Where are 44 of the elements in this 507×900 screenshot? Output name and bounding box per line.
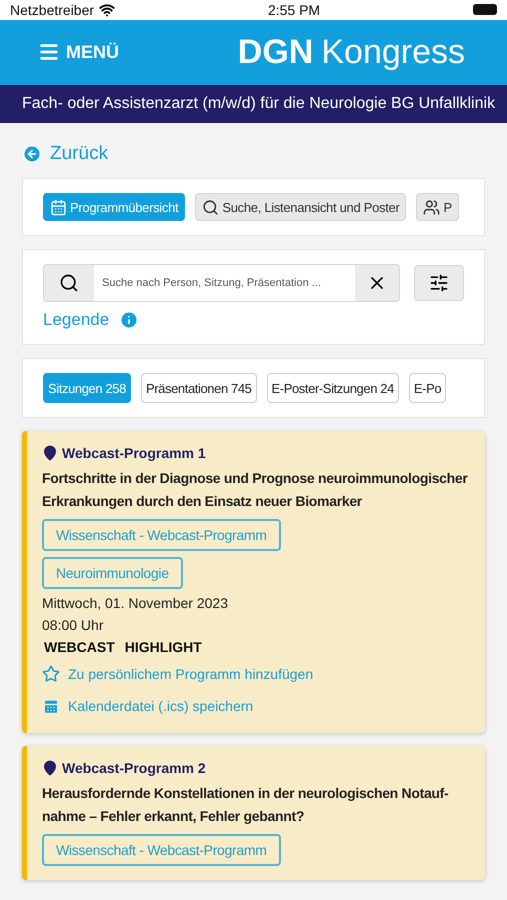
session-action-link[interactable]: Kalenderdatei (.ics) speichern bbox=[42, 693, 471, 719]
session-time: 08:00 Uhr bbox=[42, 617, 104, 633]
session-card[interactable]: Webcast-Programm 2 Herausfordernde Konstellationen in der neurologischen Notauf-nahme – Fehler erkannt, Fehler gebannt? Wissenschaft - Webcast-Programm bbox=[22, 746, 485, 880]
wifi-icon bbox=[99, 2, 116, 18]
search-icon bbox=[59, 273, 79, 293]
filter-button[interactable] bbox=[414, 265, 464, 301]
legend-link[interactable]: Legende bbox=[43, 310, 464, 330]
battery-icon bbox=[473, 4, 497, 16]
topic-tag[interactable]: Wissenschaft - Webcast-Programm bbox=[42, 834, 281, 866]
info-icon bbox=[119, 310, 140, 330]
category-tab[interactable]: E-Po bbox=[408, 373, 446, 403]
session-title: Herausfordernde Konstellationen in der neurologischen Notauf-nahme – Fehler erkannt, Fehler gebannt? bbox=[42, 784, 450, 826]
map-pin-icon bbox=[42, 445, 58, 461]
topic-tag[interactable]: Neuroimmunologie bbox=[42, 557, 183, 589]
session-action-link[interactable]: Zu persönlichem Programm hinzufügen bbox=[42, 661, 471, 687]
star-icon bbox=[42, 665, 60, 683]
session-flag-label: HIGHLIGHT bbox=[124, 639, 202, 655]
category-tab[interactable]: Sitzungen 258 bbox=[43, 373, 131, 403]
menu-button[interactable]: MENÜ bbox=[38, 41, 119, 64]
view-tab[interactable]: Programmübersicht bbox=[43, 193, 186, 221]
search-field[interactable]: Suche nach Person, Sitzung, Präsentation ... bbox=[43, 264, 400, 302]
session-location: Webcast-Programm 2 bbox=[62, 760, 206, 776]
carrier-name: Netzbetreiber bbox=[10, 2, 94, 18]
session-flag-label: WEBCAST bbox=[44, 639, 115, 655]
session-date: Mittwoch, 01. November 2023 bbox=[42, 595, 229, 611]
back-link[interactable]: Zurück bbox=[22, 143, 485, 165]
view-tab[interactable]: P bbox=[416, 193, 459, 221]
topic-tag[interactable]: Wissenschaft - Webcast-Programm bbox=[42, 519, 281, 551]
map-pin-icon bbox=[42, 760, 58, 776]
job-banner[interactable]: Fach- oder Assistenzarzt (m/w/d) für die Neurologie BG Unfallklinik bbox=[0, 84, 507, 123]
banner-text: Fach- oder Assistenzarzt (m/w/d) für die Neurologie BG Unfallklinik bbox=[22, 94, 496, 113]
clear-button[interactable] bbox=[355, 265, 399, 301]
calendar-icon bbox=[50, 198, 67, 216]
session-title: Fortschritte in der Diagnose und Prognose neuroimmunologischer Erkrankungen durch den Einsatz neuer Biomarker bbox=[42, 469, 469, 511]
view-tab[interactable]: Suche, Listenansicht und Poster bbox=[195, 193, 406, 221]
logo: DGN Kongress bbox=[238, 32, 465, 72]
session-location: Webcast-Programm 1 bbox=[62, 445, 206, 461]
people-icon bbox=[423, 198, 440, 216]
search-icon bbox=[202, 198, 220, 216]
session-card[interactable] bbox=[22, 431, 485, 733]
category-tab[interactable]: E-Poster-Sitzungen 24 bbox=[266, 373, 399, 403]
clock-time: 2:55 PM bbox=[268, 2, 320, 18]
category-tab[interactable]: Präsentationen 745 bbox=[140, 373, 256, 403]
sliders-icon bbox=[429, 273, 449, 293]
